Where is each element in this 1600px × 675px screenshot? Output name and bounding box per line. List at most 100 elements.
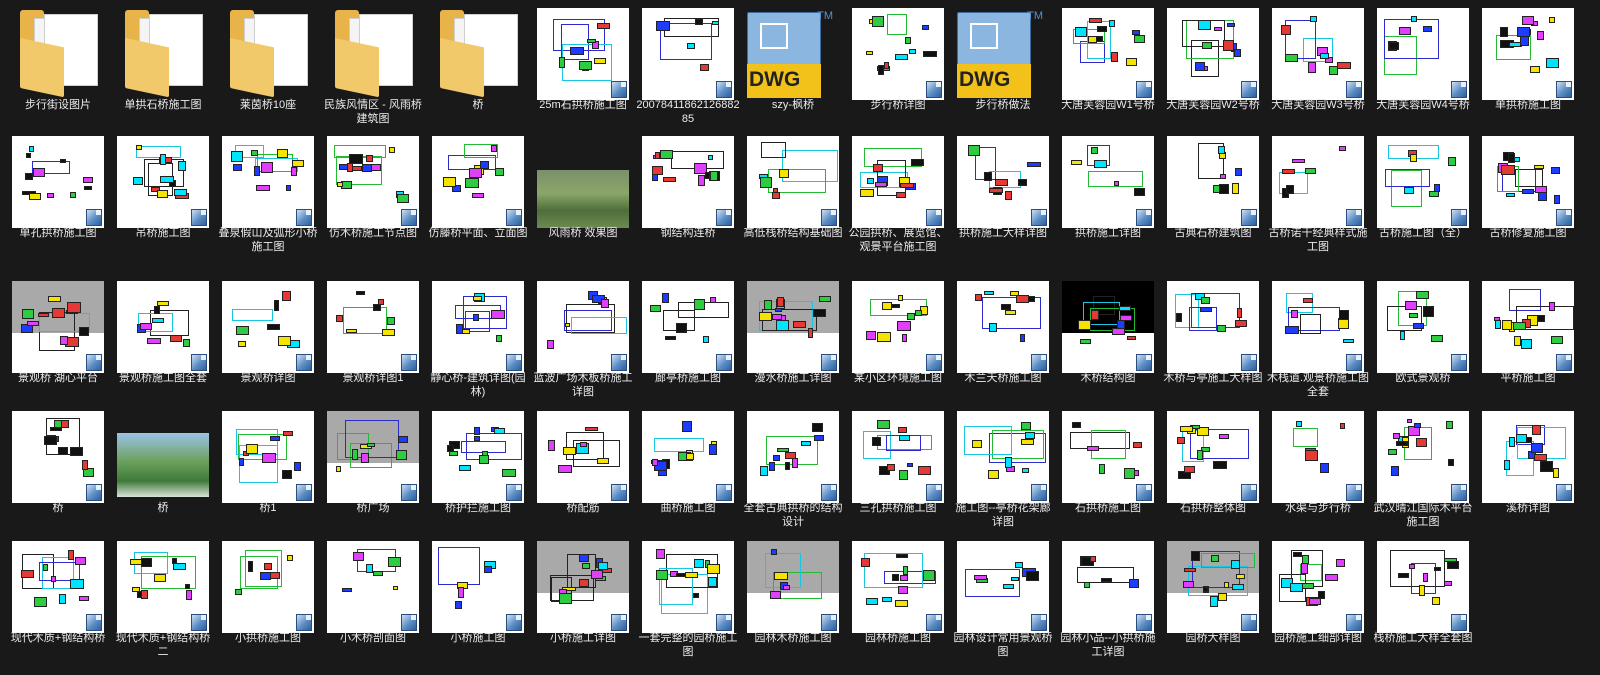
drawing-element <box>1027 161 1041 168</box>
drawing-thumbnail <box>222 411 314 503</box>
file-name: 仿藤桥平面、立面图 <box>428 227 528 239</box>
drawing-element <box>1446 560 1460 570</box>
drawing-element <box>975 294 982 302</box>
drawing-element <box>153 574 167 583</box>
drawing-element <box>1388 449 1397 456</box>
drawing-thumbnail <box>747 136 839 228</box>
image-thumbnail <box>117 411 209 503</box>
drawing-element <box>1535 185 1548 194</box>
drawing-thumbnail <box>1167 541 1259 633</box>
drawing-element <box>393 586 399 591</box>
drawing-element <box>760 466 769 476</box>
drawing-thumbnail <box>852 8 944 100</box>
drawing-element <box>784 462 791 471</box>
drawing-thumbnail <box>747 541 839 633</box>
drawing-frame <box>571 316 628 334</box>
drawing-element <box>347 163 353 172</box>
file-type-icon <box>716 614 732 631</box>
file-name: 步行桥详图 <box>870 99 926 111</box>
drawing-thumbnail <box>1482 281 1574 373</box>
drawing-element <box>559 593 573 605</box>
drawing-element <box>1526 436 1532 444</box>
file-name: 栈桥施工大样全套图 <box>1373 632 1473 644</box>
drawing-element <box>1290 310 1298 319</box>
drawing-element <box>1231 182 1239 194</box>
drawing-element <box>684 571 698 579</box>
folder-icon <box>335 10 413 98</box>
drawing-thumbnail <box>537 541 629 633</box>
drawing-element <box>563 446 576 456</box>
drawing-element <box>676 322 688 333</box>
drawing-element <box>25 152 31 159</box>
drawing-element <box>1339 422 1346 429</box>
drawing-element <box>372 570 383 576</box>
drawing-element <box>490 145 497 153</box>
file-name: 步行街设图片 <box>25 99 91 111</box>
drawing-frame <box>864 552 924 588</box>
file-name: 平桥施工图 <box>1500 372 1556 384</box>
file-name: 园林桥施工图 <box>865 632 931 644</box>
drawing-element <box>1416 437 1428 447</box>
drawing-element <box>33 167 46 178</box>
drawing-element <box>1409 312 1418 319</box>
drawing-element <box>759 176 772 188</box>
drawing-element <box>472 295 483 302</box>
drawing-element <box>800 440 811 447</box>
drawing-element <box>360 453 370 464</box>
drawing-element <box>1521 338 1532 349</box>
file-type-icon <box>191 209 207 226</box>
drawing-element <box>1290 582 1303 593</box>
file-name: 桥护拦施工图 <box>445 502 511 514</box>
drawing-frame <box>760 142 786 158</box>
file-type-icon <box>821 209 837 226</box>
drawing-element <box>1404 301 1418 310</box>
drawing-element <box>1540 461 1553 472</box>
drawing-element <box>1080 339 1091 345</box>
drawing-element <box>1409 563 1415 569</box>
drawing-element <box>900 574 908 581</box>
file-name: 小桥施工详图 <box>550 632 616 644</box>
drawing-element <box>178 161 187 171</box>
file-name: 水渠与步行桥 <box>1285 502 1351 514</box>
drawing-element <box>1195 61 1206 71</box>
drawing-element <box>908 49 916 54</box>
drawing-element <box>1301 582 1315 589</box>
drawing-element <box>1501 164 1515 175</box>
drawing-element <box>681 421 692 432</box>
file-type-icon <box>611 484 627 501</box>
drawing-element <box>883 62 890 69</box>
drawing-element <box>1218 184 1229 194</box>
drawing-element <box>922 25 930 31</box>
drawing-element <box>473 313 479 321</box>
drawing-element <box>906 462 914 468</box>
drawing-element <box>465 177 479 189</box>
file-name: 一套完整的园桥施工图 <box>638 632 738 658</box>
drawing-element <box>33 596 47 608</box>
drawing-element <box>706 563 720 575</box>
drawing-thumbnail <box>642 8 734 100</box>
drawing-element <box>776 319 789 331</box>
folder-icon <box>230 10 308 98</box>
drawing-element <box>686 453 694 461</box>
drawing-thumbnail <box>1062 136 1154 228</box>
drawing-element <box>1095 36 1103 42</box>
drawing-element <box>597 23 611 29</box>
drawing-element <box>291 167 297 176</box>
file-type-icon <box>1346 614 1362 631</box>
drawing-element <box>458 464 471 472</box>
drawing-element <box>1190 550 1201 562</box>
drawing-element <box>1305 167 1316 174</box>
drawing-thumbnail <box>642 541 734 633</box>
photo-preview <box>537 170 629 228</box>
drawing-element <box>1123 468 1135 479</box>
drawing-thumbnail <box>327 136 419 228</box>
file-name: 施工图--亭桥花架廊详图 <box>955 502 1051 528</box>
file-type-icon <box>506 209 522 226</box>
drawing-element <box>136 144 143 150</box>
drawing-element <box>48 296 61 302</box>
drawing-thumbnail <box>642 411 734 503</box>
drawing-element <box>1530 443 1543 453</box>
drawing-element <box>28 192 41 201</box>
drawing-element <box>46 193 55 199</box>
drawing-element <box>230 151 243 163</box>
